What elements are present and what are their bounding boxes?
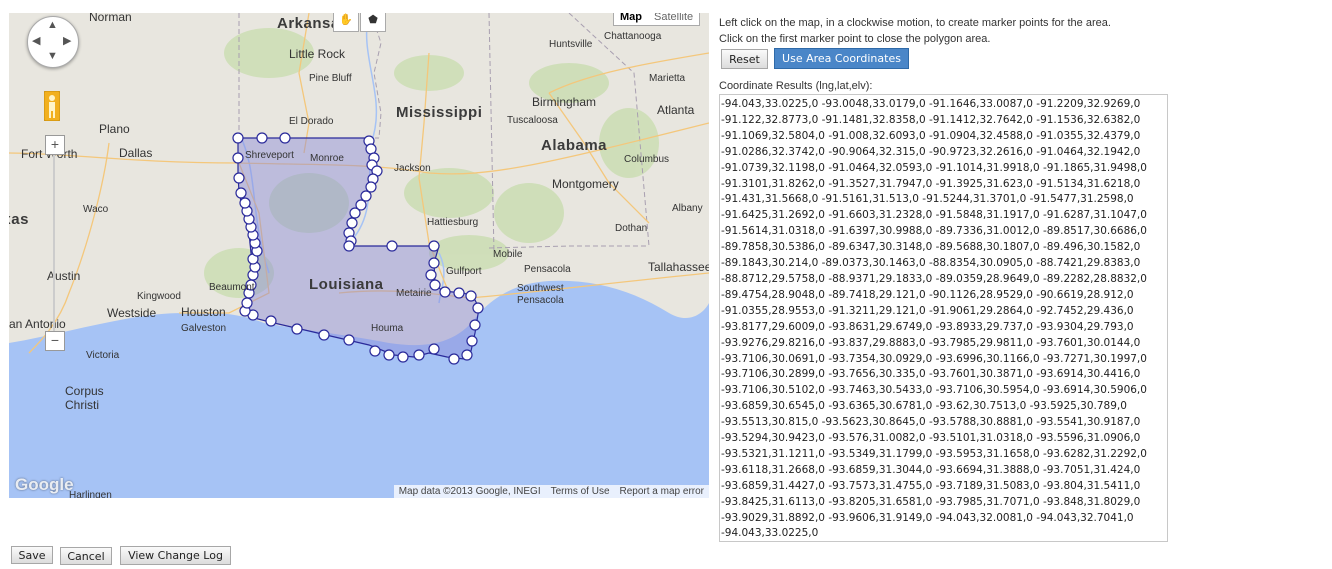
- results-label: Coordinate Results (lng,lat,elv):: [719, 80, 873, 92]
- map-label-city: Harlingen: [69, 490, 112, 498]
- map-label-city: Tuscaloosa: [507, 115, 558, 126]
- map-label-city: Dothan: [615, 223, 648, 234]
- instructions: Left click on the map, in a clockwise mo…: [719, 15, 1179, 47]
- map-label-city: Gulfport: [446, 266, 482, 277]
- map-label-city: Norman: [89, 13, 132, 24]
- map-label-city: Montgomery: [552, 177, 619, 191]
- map-label-city: Tallahassee: [648, 260, 709, 274]
- pan-control[interactable]: ▲ ◀ ▶ ▼: [27, 16, 79, 68]
- map-label-city: Jackson: [394, 163, 431, 174]
- zoom-in-button[interactable]: +: [45, 135, 65, 155]
- map-label-city: Birmingham: [532, 95, 597, 109]
- view-change-log-button[interactable]: View Change Log: [120, 546, 231, 565]
- map-basemap: [9, 13, 709, 498]
- map-label-city: Kingwood: [137, 291, 181, 302]
- pan-left-icon[interactable]: ◀: [32, 34, 40, 47]
- map-label-city: Hattiesburg: [427, 217, 479, 228]
- cancel-button[interactable]: Cancel: [60, 547, 112, 565]
- report-map-error-link[interactable]: Report a map error: [615, 485, 709, 498]
- map-type-satellite-button[interactable]: Satellite: [648, 13, 699, 25]
- zoom-out-button[interactable]: −: [45, 331, 65, 351]
- map-footer: Map data ©2013 Google, INEGI Terms of Us…: [393, 485, 709, 498]
- map-type-map-button[interactable]: Map: [614, 13, 648, 25]
- map-label-city: Victoria: [86, 350, 120, 361]
- map-label-city: Houston: [181, 305, 226, 319]
- map-label-city: El Dorado: [289, 116, 334, 127]
- map-label-city: Columbus: [624, 154, 670, 165]
- polygon-tool-icon[interactable]: ⬟: [360, 13, 386, 32]
- map-label-city: Corpus Christi: [65, 384, 104, 412]
- map-label-city: Monroe: [310, 153, 344, 164]
- map-label-city: Southwest Pensacola: [517, 283, 564, 306]
- map-label-city: Galveston: [181, 323, 227, 334]
- pan-up-icon[interactable]: ▲: [47, 19, 58, 31]
- map-label-city: Houma: [371, 323, 404, 334]
- coordinate-results-textarea[interactable]: -94.043,33.0225,0 -93.0048,33.0179,0 -91…: [719, 94, 1168, 542]
- map-label-city: Beaumont: [209, 282, 255, 293]
- map-label-city: Pensacola: [524, 264, 571, 275]
- map-label-texas: Texas: [9, 211, 29, 228]
- map-label-city: Albany: [672, 203, 703, 214]
- map-label-city: Westside: [107, 306, 157, 320]
- map-label-city: Waco: [83, 204, 109, 215]
- reset-button[interactable]: Reset: [721, 49, 768, 69]
- map-label-city: Plano: [99, 122, 130, 136]
- map-label-city: Pine Bluff: [309, 73, 352, 84]
- map-label-city: Chattanooga: [604, 31, 662, 42]
- pan-right-icon[interactable]: ▶: [63, 34, 71, 47]
- map-canvas[interactable]: Arkansas Mississippi Alabama Louisiana N…: [9, 13, 709, 498]
- instructions-line-1: Left click on the map, in a clockwise mo…: [719, 17, 1111, 29]
- pegman-icon[interactable]: [44, 91, 60, 121]
- map-label-louisiana: Louisiana: [309, 276, 384, 293]
- map-type-control: Map Satellite: [613, 13, 701, 26]
- use-area-coordinates-button[interactable]: Use Area Coordinates: [774, 48, 909, 69]
- map-label-city: Marietta: [649, 73, 686, 84]
- terms-of-use-link[interactable]: Terms of Use: [546, 485, 615, 498]
- map-label-city: Huntsville: [549, 39, 593, 50]
- instructions-line-2: Click on the first marker point to close…: [719, 33, 991, 45]
- map-data-attribution: Map data ©2013 Google, INEGI: [398, 486, 541, 497]
- map-label-city: Little Rock: [289, 47, 346, 61]
- zoom-slider-track[interactable]: [53, 155, 55, 335]
- map-label-city: Atlanta: [657, 103, 695, 117]
- google-logo: Google: [15, 475, 74, 494]
- map-label-mississippi: Mississippi: [396, 104, 483, 121]
- map-label-alabama: Alabama: [541, 137, 608, 154]
- map-label-city: Metairie: [396, 288, 432, 299]
- drawing-tools: ✋ ⬟: [333, 13, 387, 32]
- map-label-city: Shreveport: [245, 150, 294, 161]
- hand-tool-icon[interactable]: ✋: [333, 13, 359, 32]
- zoom-control: + −: [45, 135, 65, 355]
- map-label-city: Dallas: [119, 146, 153, 160]
- map-label-city: Mobile: [493, 249, 523, 260]
- pan-down-icon[interactable]: ▼: [47, 50, 58, 62]
- save-button[interactable]: Save: [11, 546, 53, 564]
